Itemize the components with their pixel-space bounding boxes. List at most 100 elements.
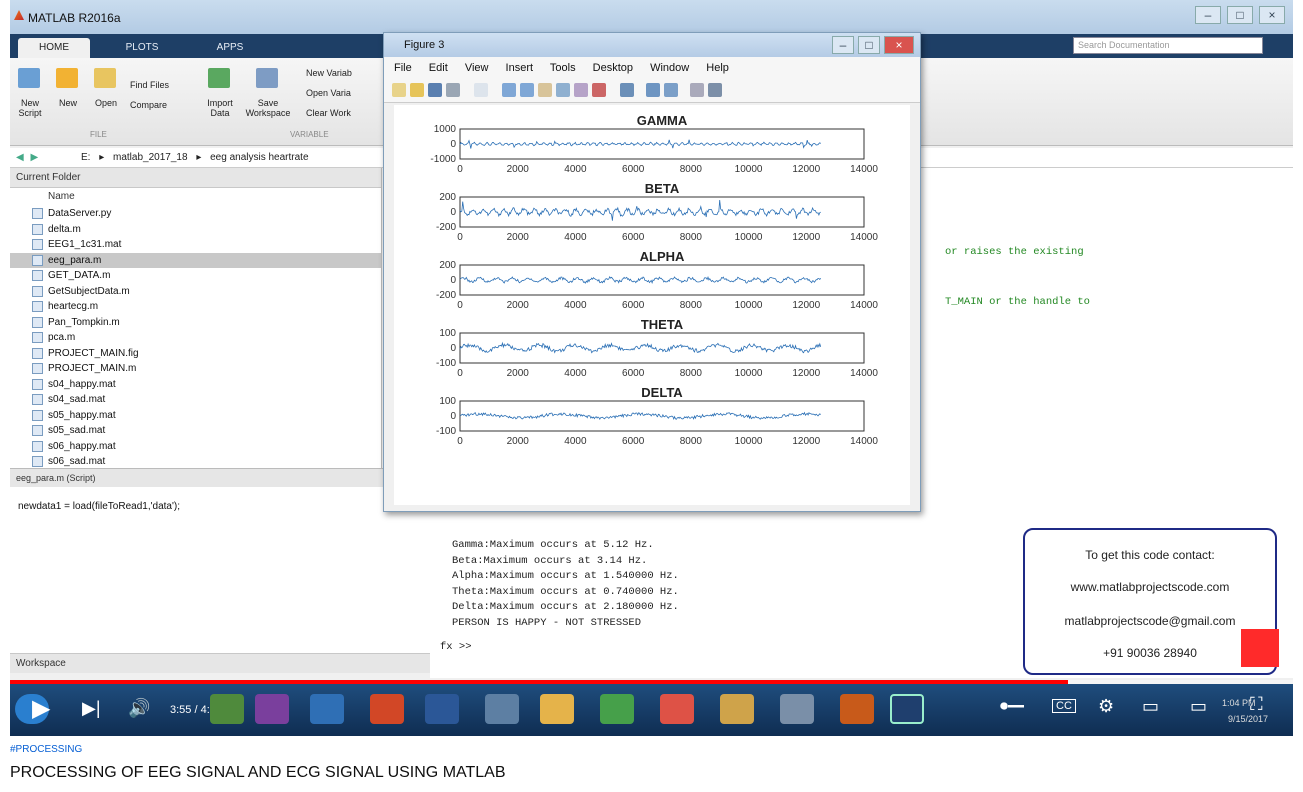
new-button[interactable]: New xyxy=(52,98,84,108)
new-figure-icon[interactable] xyxy=(392,83,406,97)
taskbar-chrome-icon[interactable] xyxy=(660,694,694,724)
file-list-item[interactable]: s05_happy.mat xyxy=(10,408,381,424)
breadcrumb-drive[interactable]: E: xyxy=(81,152,90,163)
file-list-item[interactable]: GetSubjectData.m xyxy=(10,284,381,300)
colorbar-icon[interactable] xyxy=(646,83,660,97)
figure-window[interactable]: Figure 3 – □ × File Edit View Insert Too… xyxy=(383,32,921,512)
video-player[interactable]: MATLAB R2016a – □ × HOME PLOTS APPS Sear… xyxy=(10,0,1293,736)
menu-edit[interactable]: Edit xyxy=(429,62,448,74)
tab-plots[interactable]: PLOTS xyxy=(106,38,178,58)
taskbar-outlook-icon[interactable] xyxy=(310,694,344,724)
file-list-item[interactable]: EEG1_1c31.mat xyxy=(10,237,381,253)
figure-close-button[interactable]: × xyxy=(884,36,914,54)
figure-maximize-button[interactable]: □ xyxy=(858,36,880,54)
y-tick-label: 0 xyxy=(450,411,456,422)
file-list-item[interactable]: s04_happy.mat xyxy=(10,377,381,393)
theater-mode-icon[interactable]: ▭ xyxy=(1190,696,1207,717)
next-icon[interactable]: ▶| xyxy=(82,698,101,719)
new-variable-button[interactable]: New Variab xyxy=(306,68,376,78)
search-documentation-input[interactable]: Search Documentation xyxy=(1073,37,1263,54)
taskbar-app-icon[interactable] xyxy=(600,694,634,724)
hide-plot-tools-icon[interactable] xyxy=(690,83,704,97)
file-list-item[interactable]: delta.m xyxy=(10,222,381,238)
show-plot-tools-icon[interactable] xyxy=(708,83,722,97)
file-list-item[interactable]: eeg_para.m xyxy=(10,252,381,268)
workspace-header[interactable]: Workspace xyxy=(10,653,430,673)
autoplay-toggle[interactable]: ⏺━ xyxy=(1000,698,1024,716)
taskbar-paint-icon[interactable] xyxy=(485,694,519,724)
file-name: s04_sad.mat xyxy=(48,394,106,405)
menu-tools[interactable]: Tools xyxy=(550,62,576,74)
tab-apps[interactable]: APPS xyxy=(194,38,266,58)
save-icon[interactable] xyxy=(428,83,442,97)
taskbar-excel-icon[interactable] xyxy=(210,694,244,724)
file-list-item[interactable]: PROJECT_MAIN.m xyxy=(10,361,381,377)
print-icon[interactable] xyxy=(446,83,460,97)
file-list-item[interactable]: PROJECT_MAIN.fig xyxy=(10,346,381,362)
import-data-button[interactable]: Import Data xyxy=(202,98,238,118)
back-arrow-icon[interactable]: ◀ xyxy=(16,152,24,163)
taskbar-onenote-icon[interactable] xyxy=(255,694,289,724)
menu-view[interactable]: View xyxy=(465,62,489,74)
taskbar-explorer-icon[interactable] xyxy=(540,694,574,724)
tab-home[interactable]: HOME xyxy=(18,38,90,58)
file-list-item[interactable]: DataServer.py xyxy=(10,206,381,222)
file-list-item[interactable]: GET_DATA.m xyxy=(10,268,381,284)
command-prompt[interactable]: fx >> xyxy=(440,640,472,654)
forward-arrow-icon[interactable]: ▶ xyxy=(30,152,38,163)
menu-window[interactable]: Window xyxy=(650,62,689,74)
minimize-button[interactable]: – xyxy=(1195,6,1221,24)
fullscreen-icon[interactable]: ⛶ xyxy=(1250,694,1263,715)
data-cursor-icon[interactable] xyxy=(574,83,588,97)
rotate-icon[interactable] xyxy=(556,83,570,97)
breadcrumb-folder[interactable]: matlab_2017_18 xyxy=(113,152,188,163)
figure-minimize-button[interactable]: – xyxy=(832,36,854,54)
video-hashtag[interactable]: #PROCESSING xyxy=(10,744,82,755)
menu-desktop[interactable]: Desktop xyxy=(593,62,633,74)
taskbar-folder-icon[interactable] xyxy=(720,694,754,724)
taskbar-powerpoint-icon[interactable] xyxy=(370,694,404,724)
volume-icon[interactable]: 🔊 xyxy=(128,698,150,719)
brush-icon[interactable] xyxy=(592,83,606,97)
breadcrumb-subfolder[interactable]: eeg analysis heartrate xyxy=(210,152,308,163)
settings-gear-icon[interactable]: ⚙ xyxy=(1098,696,1114,717)
compare-button[interactable]: Compare xyxy=(130,100,200,110)
captions-icon[interactable]: CC xyxy=(1052,699,1076,713)
pan-icon[interactable] xyxy=(538,83,552,97)
find-files-button[interactable]: Find Files xyxy=(130,80,200,90)
player-controls: ▶ ▶| 🔊 3:55 / 4:42 ⏺━ CC ⚙ ▭ ▭ 1:04 PM 9… xyxy=(10,684,1293,736)
file-list-item[interactable]: s04_sad.mat xyxy=(10,392,381,408)
menu-file[interactable]: File xyxy=(394,62,412,74)
menu-insert[interactable]: Insert xyxy=(506,62,534,74)
save-workspace-button[interactable]: Save Workspace xyxy=(242,98,294,118)
m-file-icon xyxy=(32,208,43,219)
clear-workspace-button[interactable]: Clear Work xyxy=(306,108,376,118)
open-variable-button[interactable]: Open Varia xyxy=(306,88,376,98)
miniplayer-icon[interactable]: ▭ xyxy=(1142,696,1159,717)
maximize-button[interactable]: □ xyxy=(1227,6,1253,24)
taskbar-figure-icon[interactable] xyxy=(890,694,924,724)
link-icon[interactable] xyxy=(620,83,634,97)
plot-area[interactable]: GAMMA 1000 0 -1000 0 2000 4000 6000 8000 10000 120… xyxy=(394,105,910,505)
file-list-item[interactable]: heartecg.m xyxy=(10,299,381,315)
new-script-button[interactable]: New Script xyxy=(14,98,46,118)
menu-help[interactable]: Help xyxy=(706,62,729,74)
figure-title: Figure 3 xyxy=(404,39,445,51)
taskbar-notes-icon[interactable] xyxy=(780,694,814,724)
open-file-icon[interactable] xyxy=(410,83,424,97)
file-list-item[interactable]: Pan_Tompkin.m xyxy=(10,315,381,331)
editor-code[interactable]: newdata1 = load(fileToRead1,'data'); xyxy=(10,487,430,526)
close-button[interactable]: × xyxy=(1259,6,1285,24)
zoom-in-icon[interactable] xyxy=(502,83,516,97)
zoom-out-icon[interactable] xyxy=(520,83,534,97)
open-button[interactable]: Open xyxy=(90,98,122,108)
taskbar-matlab-icon[interactable] xyxy=(840,694,874,724)
legend-icon[interactable] xyxy=(664,83,678,97)
pointer-icon[interactable] xyxy=(474,83,488,97)
play-icon[interactable]: ▶ xyxy=(32,694,50,723)
name-column-header[interactable]: Name xyxy=(10,188,381,206)
taskbar-word-icon[interactable] xyxy=(425,694,459,724)
file-list-item[interactable]: pca.m xyxy=(10,330,381,346)
file-list-item[interactable]: s05_sad.mat xyxy=(10,423,381,439)
file-list-item[interactable]: s06_happy.mat xyxy=(10,439,381,455)
